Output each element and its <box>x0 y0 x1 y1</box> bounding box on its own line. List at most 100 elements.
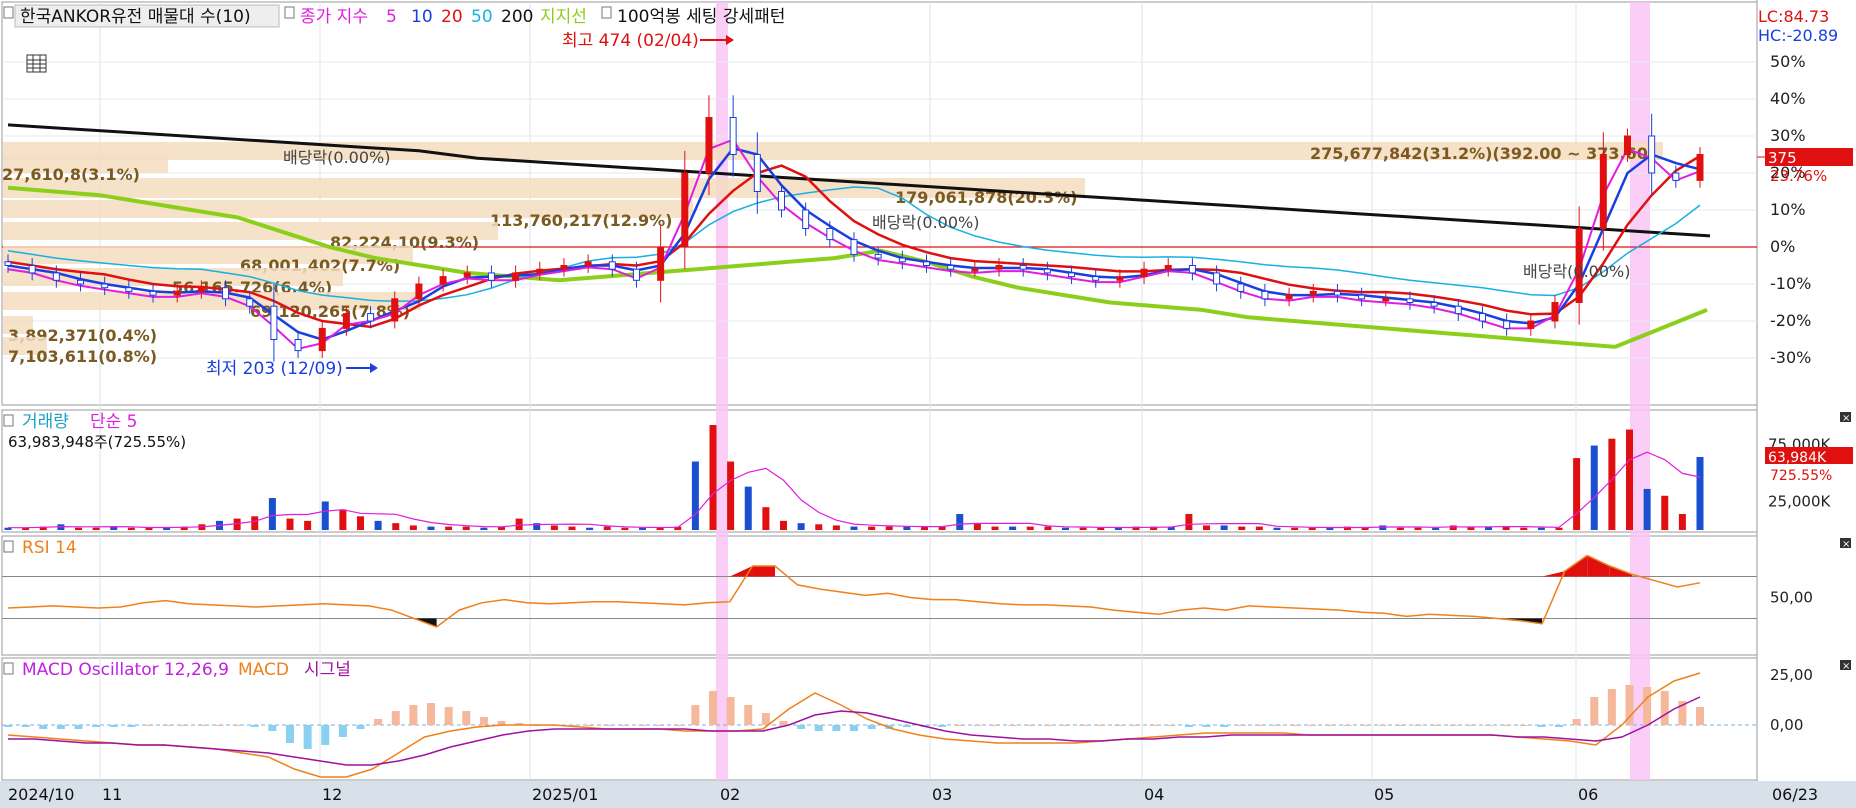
candle-body <box>753 154 761 192</box>
volume-bar <box>1573 458 1581 530</box>
candle-body <box>1068 272 1076 278</box>
legend-checkbox-icon[interactable] <box>3 662 14 675</box>
candle-body <box>947 265 955 270</box>
volume-bar <box>321 501 329 530</box>
macd-legend-oscillator[interactable]: MACD Oscillator 12,26,9 <box>22 660 229 680</box>
volume-current-pct: 725.55% <box>1770 468 1832 484</box>
macd-osc-bar <box>1414 725 1422 726</box>
volume-bar <box>1308 527 1316 530</box>
volume-bar <box>392 523 400 530</box>
rsi-overbought-fill <box>752 566 776 577</box>
price-tick-label: -20% <box>1770 311 1811 330</box>
panel-close-glyph[interactable]: × <box>1842 661 1850 672</box>
macd-osc-bar <box>1202 725 1211 727</box>
dividend-marker: 배당락(0.00%) <box>872 213 979 232</box>
candle-body <box>1140 268 1148 278</box>
volume-bar <box>75 527 82 530</box>
volume-bar <box>727 461 735 530</box>
macd-osc-bar <box>1167 725 1176 726</box>
macd-osc-bar <box>991 725 999 726</box>
panel-close-glyph[interactable]: × <box>1842 539 1850 550</box>
volume-bar <box>1414 527 1422 530</box>
price-legend-title[interactable]: 한국ANKOR유전 매물대 수(10) <box>20 7 251 27</box>
legend-close-ma[interactable]: 종가 지수 <box>300 7 368 27</box>
rsi-legend-title[interactable]: RSI 14 <box>22 538 77 558</box>
volume-bar <box>462 526 470 530</box>
legend-checkbox-icon[interactable] <box>3 414 14 427</box>
macd-osc-bar <box>1273 725 1281 726</box>
legend-support[interactable]: 지지선 <box>540 7 587 27</box>
volume-bar <box>1062 527 1069 530</box>
legend-ma50[interactable]: 50 <box>471 7 493 27</box>
volume-bar <box>374 520 382 530</box>
candle-body <box>898 257 906 263</box>
macd-legend-signal[interactable]: 시그널 <box>304 660 351 680</box>
macd-osc-bar <box>1325 725 1334 726</box>
high-marker: 최고 474 (02/04) <box>562 31 699 51</box>
table-icon[interactable] <box>26 54 47 73</box>
macd-osc-bar <box>620 725 629 726</box>
candle-body <box>1043 268 1051 274</box>
macd-osc-bar <box>427 703 435 725</box>
low-marker: 최저 203 (12/09) <box>206 359 343 379</box>
legend-ma10[interactable]: 10 <box>411 7 433 27</box>
panel-close-glyph[interactable]: × <box>1842 413 1850 424</box>
volume-bar <box>445 526 453 530</box>
volume-bar <box>868 526 876 530</box>
macd-legend-macd[interactable]: MACD <box>238 660 289 680</box>
legend-ma20[interactable]: 20 <box>441 7 463 27</box>
candle-body <box>342 313 350 329</box>
volume-bar <box>780 520 787 530</box>
volume-bar <box>762 507 770 530</box>
candle-body <box>1382 298 1390 302</box>
volume-bar <box>586 527 594 530</box>
panel-close-icon[interactable]: × <box>1840 538 1851 550</box>
macd-osc-bar <box>638 725 647 726</box>
macd-osc-bar <box>902 725 911 727</box>
macd-osc-bar <box>180 725 189 726</box>
candle-body <box>1213 272 1221 285</box>
macd-osc-bar <box>1449 725 1458 726</box>
macd-osc-bar <box>21 725 30 727</box>
macd-osc-bar <box>1378 725 1387 726</box>
macd-osc-bar <box>92 725 101 727</box>
volume-bar <box>427 526 435 530</box>
panel-close-icon[interactable]: × <box>1840 660 1851 672</box>
legend-ma5[interactable]: 5 <box>386 7 397 27</box>
panel-close-icon[interactable]: × <box>1840 412 1851 424</box>
macd-osc-bar <box>709 691 717 725</box>
macd-osc-bar <box>1537 725 1546 727</box>
date-tick-label: 12 <box>322 785 342 804</box>
hc-label: HC:-20.89 <box>1758 26 1838 45</box>
candle-body <box>125 287 133 292</box>
candle-body <box>1623 135 1631 155</box>
highlight-band <box>1630 2 1650 780</box>
legend-checkbox-icon[interactable] <box>601 6 612 19</box>
legend-ma200[interactable]: 200 <box>501 7 533 27</box>
legend-checkbox-icon[interactable] <box>284 6 295 19</box>
macd-osc-bar <box>74 725 83 729</box>
legend-checkbox-icon[interactable] <box>3 6 14 19</box>
volume-bar <box>1643 488 1651 530</box>
volume-bar <box>286 518 294 530</box>
candle-body <box>874 253 882 259</box>
volume-legend-ma[interactable]: 단순 5 <box>90 412 138 432</box>
volume-bar <box>1044 526 1052 530</box>
page-bg <box>0 0 1856 808</box>
volume-bar <box>357 516 364 530</box>
macd-osc-bar <box>1290 725 1299 726</box>
macd-osc-bar <box>233 725 242 726</box>
candle-body <box>632 268 640 281</box>
macd-osc-bar <box>1696 707 1704 725</box>
legend-setting[interactable]: 100억봉 세팅 강세패턴 <box>617 7 785 27</box>
candle-body <box>923 261 931 266</box>
candle-body <box>4 261 12 266</box>
price-tick-label: 50% <box>1770 52 1806 71</box>
volume-legend-title[interactable]: 거래량 <box>22 412 69 432</box>
legend-checkbox-icon[interactable] <box>3 540 14 553</box>
volume-bar <box>709 425 717 530</box>
candle-body <box>415 283 423 300</box>
macd-osc-bar <box>955 725 964 726</box>
candle-body <box>1551 302 1559 322</box>
candle-body <box>995 265 1003 270</box>
